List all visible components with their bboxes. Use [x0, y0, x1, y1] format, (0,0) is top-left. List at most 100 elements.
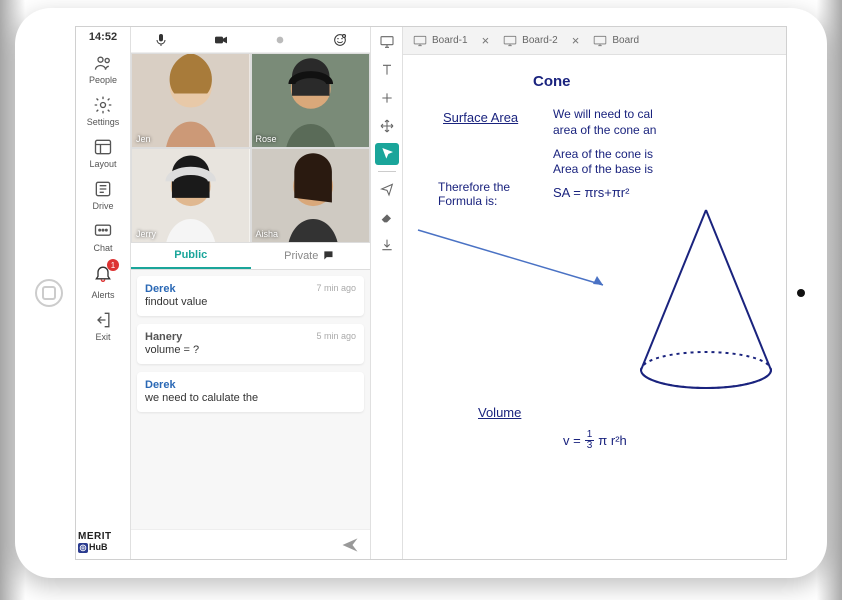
- nav-settings-label: Settings: [87, 117, 120, 127]
- board-tab-close[interactable]: ×: [476, 33, 496, 48]
- bell-icon: [93, 263, 113, 283]
- tool-screen[interactable]: [375, 31, 399, 53]
- video-tile[interactable]: Aisha: [251, 148, 371, 243]
- brand-line1: MERIT: [78, 531, 128, 542]
- nav-layout-label: Layout: [89, 159, 116, 169]
- nav-exit-label: Exit: [95, 332, 110, 342]
- therefore-text: Therefore the Formula is:: [438, 180, 510, 209]
- tablet-camera-dot: [797, 289, 805, 297]
- message-body: we need to calulate the: [145, 392, 356, 404]
- nav-exit[interactable]: Exit: [76, 304, 130, 346]
- whiteboard-canvas[interactable]: Cone Surface Area We will need to cal ar…: [403, 55, 786, 559]
- chat-send-row: [131, 529, 370, 559]
- chat-message: Derek we need to calulate the: [137, 372, 364, 412]
- participant-name: Aisha: [256, 229, 279, 239]
- board-icon: [413, 35, 427, 47]
- nav-drive[interactable]: Drive: [76, 173, 130, 215]
- tablet-home-button[interactable]: [35, 279, 63, 307]
- brand-logo: MERIT ◎HuB: [76, 527, 130, 559]
- whiteboard-toolbar: [371, 27, 403, 559]
- chat-tabs: Public Private: [131, 243, 370, 270]
- video-tile[interactable]: Jerry: [131, 148, 251, 243]
- screen-icon: [379, 34, 395, 50]
- tool-plus[interactable]: [375, 87, 399, 109]
- whiteboard-area: Board-1 × Board-2 × Board Cone Surface A…: [403, 27, 786, 559]
- layout-icon: [93, 137, 113, 157]
- chat-icon: [93, 221, 113, 241]
- nav-layout[interactable]: Layout: [76, 131, 130, 173]
- board-tab-label: Board-1: [432, 35, 468, 46]
- nav-chat[interactable]: Chat: [76, 215, 130, 257]
- nav-settings[interactable]: Settings: [76, 89, 130, 131]
- tool-share[interactable]: [375, 178, 399, 200]
- nav-people[interactable]: People: [76, 47, 130, 89]
- toolbar-divider: [378, 171, 396, 172]
- nav-alerts[interactable]: Alerts: [76, 257, 130, 304]
- board-tab[interactable]: Board: [589, 35, 643, 47]
- pointer-icon: [379, 146, 395, 162]
- tool-text[interactable]: [375, 59, 399, 81]
- brand-line2: ◎HuB: [78, 542, 128, 553]
- tool-download[interactable]: [375, 234, 399, 256]
- tool-move[interactable]: [375, 115, 399, 137]
- formula-volume: v = 13 π r²h: [563, 430, 627, 451]
- private-icon: [322, 249, 336, 263]
- clock-time: 14:52: [89, 27, 117, 47]
- microphone-icon[interactable]: [153, 32, 169, 48]
- eraser-icon: [379, 209, 395, 225]
- board-icon: [593, 35, 607, 47]
- video-tile[interactable]: Rose: [251, 53, 371, 148]
- message-author: Derek: [145, 379, 356, 391]
- text-icon: [379, 62, 395, 78]
- board-tab-close[interactable]: ×: [566, 33, 586, 48]
- video-grid: Jen Rose Jerry Aisha: [131, 53, 370, 243]
- cone-drawing: [616, 205, 786, 405]
- move-icon: [379, 118, 395, 134]
- nav-people-label: People: [89, 75, 117, 85]
- tab-private[interactable]: Private: [251, 243, 371, 269]
- surface-area-text: We will need to cal area of the cone an: [553, 107, 656, 138]
- message-body: volume = ?: [145, 344, 356, 356]
- participant-name: Jen: [136, 134, 151, 144]
- board-tab-label: Board-2: [522, 35, 558, 46]
- people-icon: [93, 53, 113, 73]
- tab-private-label: Private: [284, 250, 318, 262]
- formula-surface-area: SA = πrs+πr²: [553, 185, 629, 200]
- participant-name: Jerry: [136, 229, 156, 239]
- board-tab-label: Board: [612, 35, 639, 46]
- board-title: Cone: [533, 73, 571, 90]
- tab-public[interactable]: Public: [131, 243, 251, 269]
- video-chat-panel: Jen Rose Jerry Aisha Public Priv: [131, 27, 371, 559]
- message-timestamp: 5 min ago: [316, 331, 356, 341]
- arrow-annotation: [413, 225, 613, 295]
- board-tab[interactable]: Board-2: [499, 35, 562, 47]
- video-camera-icon[interactable]: [213, 32, 229, 48]
- board-tab[interactable]: Board-1: [409, 35, 472, 47]
- volume-label: Volume: [478, 405, 521, 420]
- nav-chat-label: Chat: [93, 243, 112, 253]
- nav-alerts-label: Alerts: [91, 290, 114, 300]
- drive-icon: [93, 179, 113, 199]
- download-icon: [379, 237, 395, 253]
- chat-message-list[interactable]: Derek findout value 7 min ago Hanery vol…: [131, 270, 370, 529]
- video-tile[interactable]: Jen: [131, 53, 251, 148]
- record-dot-icon[interactable]: [272, 32, 288, 48]
- app-screen: 14:52 People Settings Layout Drive Chat: [75, 26, 787, 560]
- nav-drive-label: Drive: [92, 201, 113, 211]
- emoji-add-icon[interactable]: [332, 32, 348, 48]
- media-topbar: [131, 27, 370, 53]
- chat-message: Derek findout value 7 min ago: [137, 276, 364, 316]
- board-icon: [503, 35, 517, 47]
- left-nav: 14:52 People Settings Layout Drive Chat: [76, 27, 131, 559]
- tool-pointer[interactable]: [375, 143, 399, 165]
- surface-area-label: Surface Area: [443, 110, 518, 125]
- board-tabs: Board-1 × Board-2 × Board: [403, 27, 786, 55]
- surface-area-text2: Area of the cone is Area of the base is: [553, 147, 653, 177]
- share-icon: [379, 181, 395, 197]
- settings-icon: [93, 95, 113, 115]
- plus-icon: [379, 90, 395, 106]
- tool-eraser[interactable]: [375, 206, 399, 228]
- alerts-badge: [93, 263, 113, 288]
- participant-name: Rose: [256, 134, 277, 144]
- send-icon[interactable]: [340, 535, 360, 555]
